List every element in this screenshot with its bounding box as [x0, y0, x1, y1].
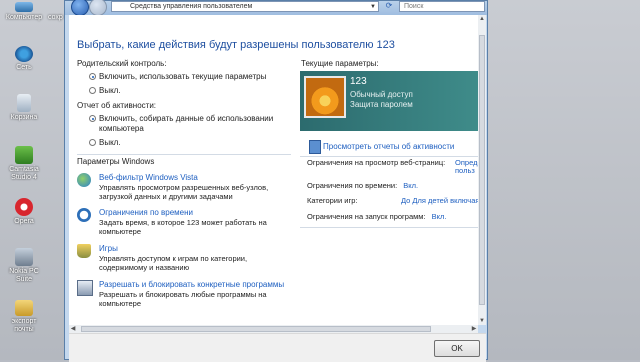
dialog-footer: OK	[69, 333, 486, 362]
web-filter-link[interactable]: Веб-фильтр Windows Vista	[99, 173, 198, 182]
window-toolbar: Средства управления пользователем ▼ ⟳ По…	[65, 0, 487, 16]
camtasia-desktop-icon[interactable]: Camtasia Studio 4	[4, 146, 44, 182]
programs-window-icon	[77, 280, 93, 296]
activity-reports-link[interactable]: Просмотреть отчеты об активности	[323, 142, 454, 151]
address-bar[interactable]: Средства управления пользователем ▼	[111, 1, 379, 12]
back-button[interactable]	[71, 0, 89, 16]
web-restrictions-value-continued[interactable]: польз	[455, 166, 475, 175]
clock-icon	[77, 208, 91, 222]
current-settings-label: Текущие параметры:	[301, 59, 379, 68]
game-categories-row: Категории игр: До Для детей включая	[307, 196, 478, 205]
time-restrictions-row: Ограничения по времени: Вкл.	[307, 181, 419, 190]
user-card: 123 Обычный доступ Защита паролем	[300, 71, 478, 131]
program-restrictions-value[interactable]: Вкл.	[432, 212, 447, 221]
opera-desktop-icon[interactable]: Opera	[4, 198, 44, 226]
horizontal-scroll-thumb[interactable]	[81, 326, 431, 332]
time-limits-description: Задать время, в которое 123 может работа…	[99, 218, 267, 236]
account-type: Обычный доступ	[350, 90, 413, 99]
user-avatar-flower-icon	[304, 76, 346, 118]
password-status: Защита паролем	[350, 100, 413, 109]
search-input[interactable]: Поиск	[399, 1, 485, 12]
program-restrictions-row: Ограничения на запуск программ: Вкл.	[307, 212, 447, 221]
parental-controls-window: Средства управления пользователем ▼ ⟳ По…	[64, 0, 488, 362]
programs-description: Разрешать и блокировать любые программы …	[99, 290, 267, 308]
activity-off-radio[interactable]: Выкл.	[89, 138, 121, 147]
scroll-right-arrow-icon[interactable]: ▶	[470, 325, 478, 333]
divider	[300, 156, 478, 157]
divider	[77, 154, 291, 155]
web-filter-description: Управлять просмотром разрешенных веб-узл…	[99, 183, 269, 201]
web-restrictions-row: Ограничения на просмотр веб-страниц: Опр…	[307, 158, 478, 167]
windows-params-label: Параметры Windows	[77, 157, 155, 166]
time-restrictions-value[interactable]: Вкл.	[403, 181, 418, 190]
games-trophy-icon	[77, 244, 91, 258]
computer-desktop-icon[interactable]: Компьютер	[4, 2, 44, 22]
programs-link[interactable]: Разрешать и блокировать конкретные прогр…	[99, 280, 284, 289]
radio-icon	[89, 139, 96, 146]
address-text: Средства управления пользователем	[130, 3, 253, 10]
mail-export-desktop-icon[interactable]: экспорт почты	[4, 300, 44, 334]
report-icon	[309, 140, 321, 154]
radio-selected-icon	[89, 115, 96, 122]
vertical-scroll-thumb[interactable]	[479, 35, 485, 305]
activity-on-radio[interactable]: Включить, собирать данные об использован…	[89, 114, 273, 123]
activity-on-radio-continued: компьютера	[99, 124, 144, 133]
parental-control-label: Родительский контроль:	[77, 59, 167, 68]
games-link[interactable]: Игры	[99, 244, 118, 253]
recycle-bin-desktop-icon[interactable]: Корзина	[4, 94, 44, 122]
activity-report-label: Отчет об активности:	[77, 101, 157, 110]
scroll-down-arrow-icon[interactable]: ▼	[478, 317, 486, 325]
radio-selected-icon	[89, 73, 96, 80]
ok-button[interactable]: OK	[434, 340, 480, 357]
divider	[300, 227, 478, 228]
forward-button[interactable]	[89, 0, 107, 16]
horizontal-scrollbar[interactable]: ◀ ▶	[69, 325, 478, 333]
user-name: 123	[350, 76, 367, 87]
refresh-icon[interactable]: ⟳	[383, 1, 395, 12]
page-title: Выбрать, какие действия будут разрешены …	[77, 39, 395, 51]
parental-off-radio[interactable]: Выкл.	[89, 86, 121, 95]
chevron-down-icon[interactable]: ▼	[370, 2, 376, 12]
network-desktop-icon[interactable]: Сеть	[4, 46, 44, 72]
games-description: Управлять доступом к играм по категории,…	[99, 254, 248, 272]
scroll-up-arrow-icon[interactable]: ▲	[478, 15, 486, 23]
content-pane: Выбрать, какие действия будут разрешены …	[69, 15, 478, 325]
radio-icon	[89, 87, 96, 94]
game-categories-value[interactable]: До Для детей включая	[401, 196, 478, 205]
nokia-pc-suite-desktop-icon[interactable]: Nokia PC Suite	[4, 248, 44, 284]
parental-on-radio[interactable]: Включить, использовать текущие параметры	[89, 72, 266, 81]
scroll-left-arrow-icon[interactable]: ◀	[69, 325, 77, 333]
vertical-scrollbar[interactable]: ▲ ▼	[478, 15, 486, 325]
time-limits-link[interactable]: Ограничения по времени	[99, 208, 193, 217]
web-filter-globe-icon	[77, 173, 91, 187]
